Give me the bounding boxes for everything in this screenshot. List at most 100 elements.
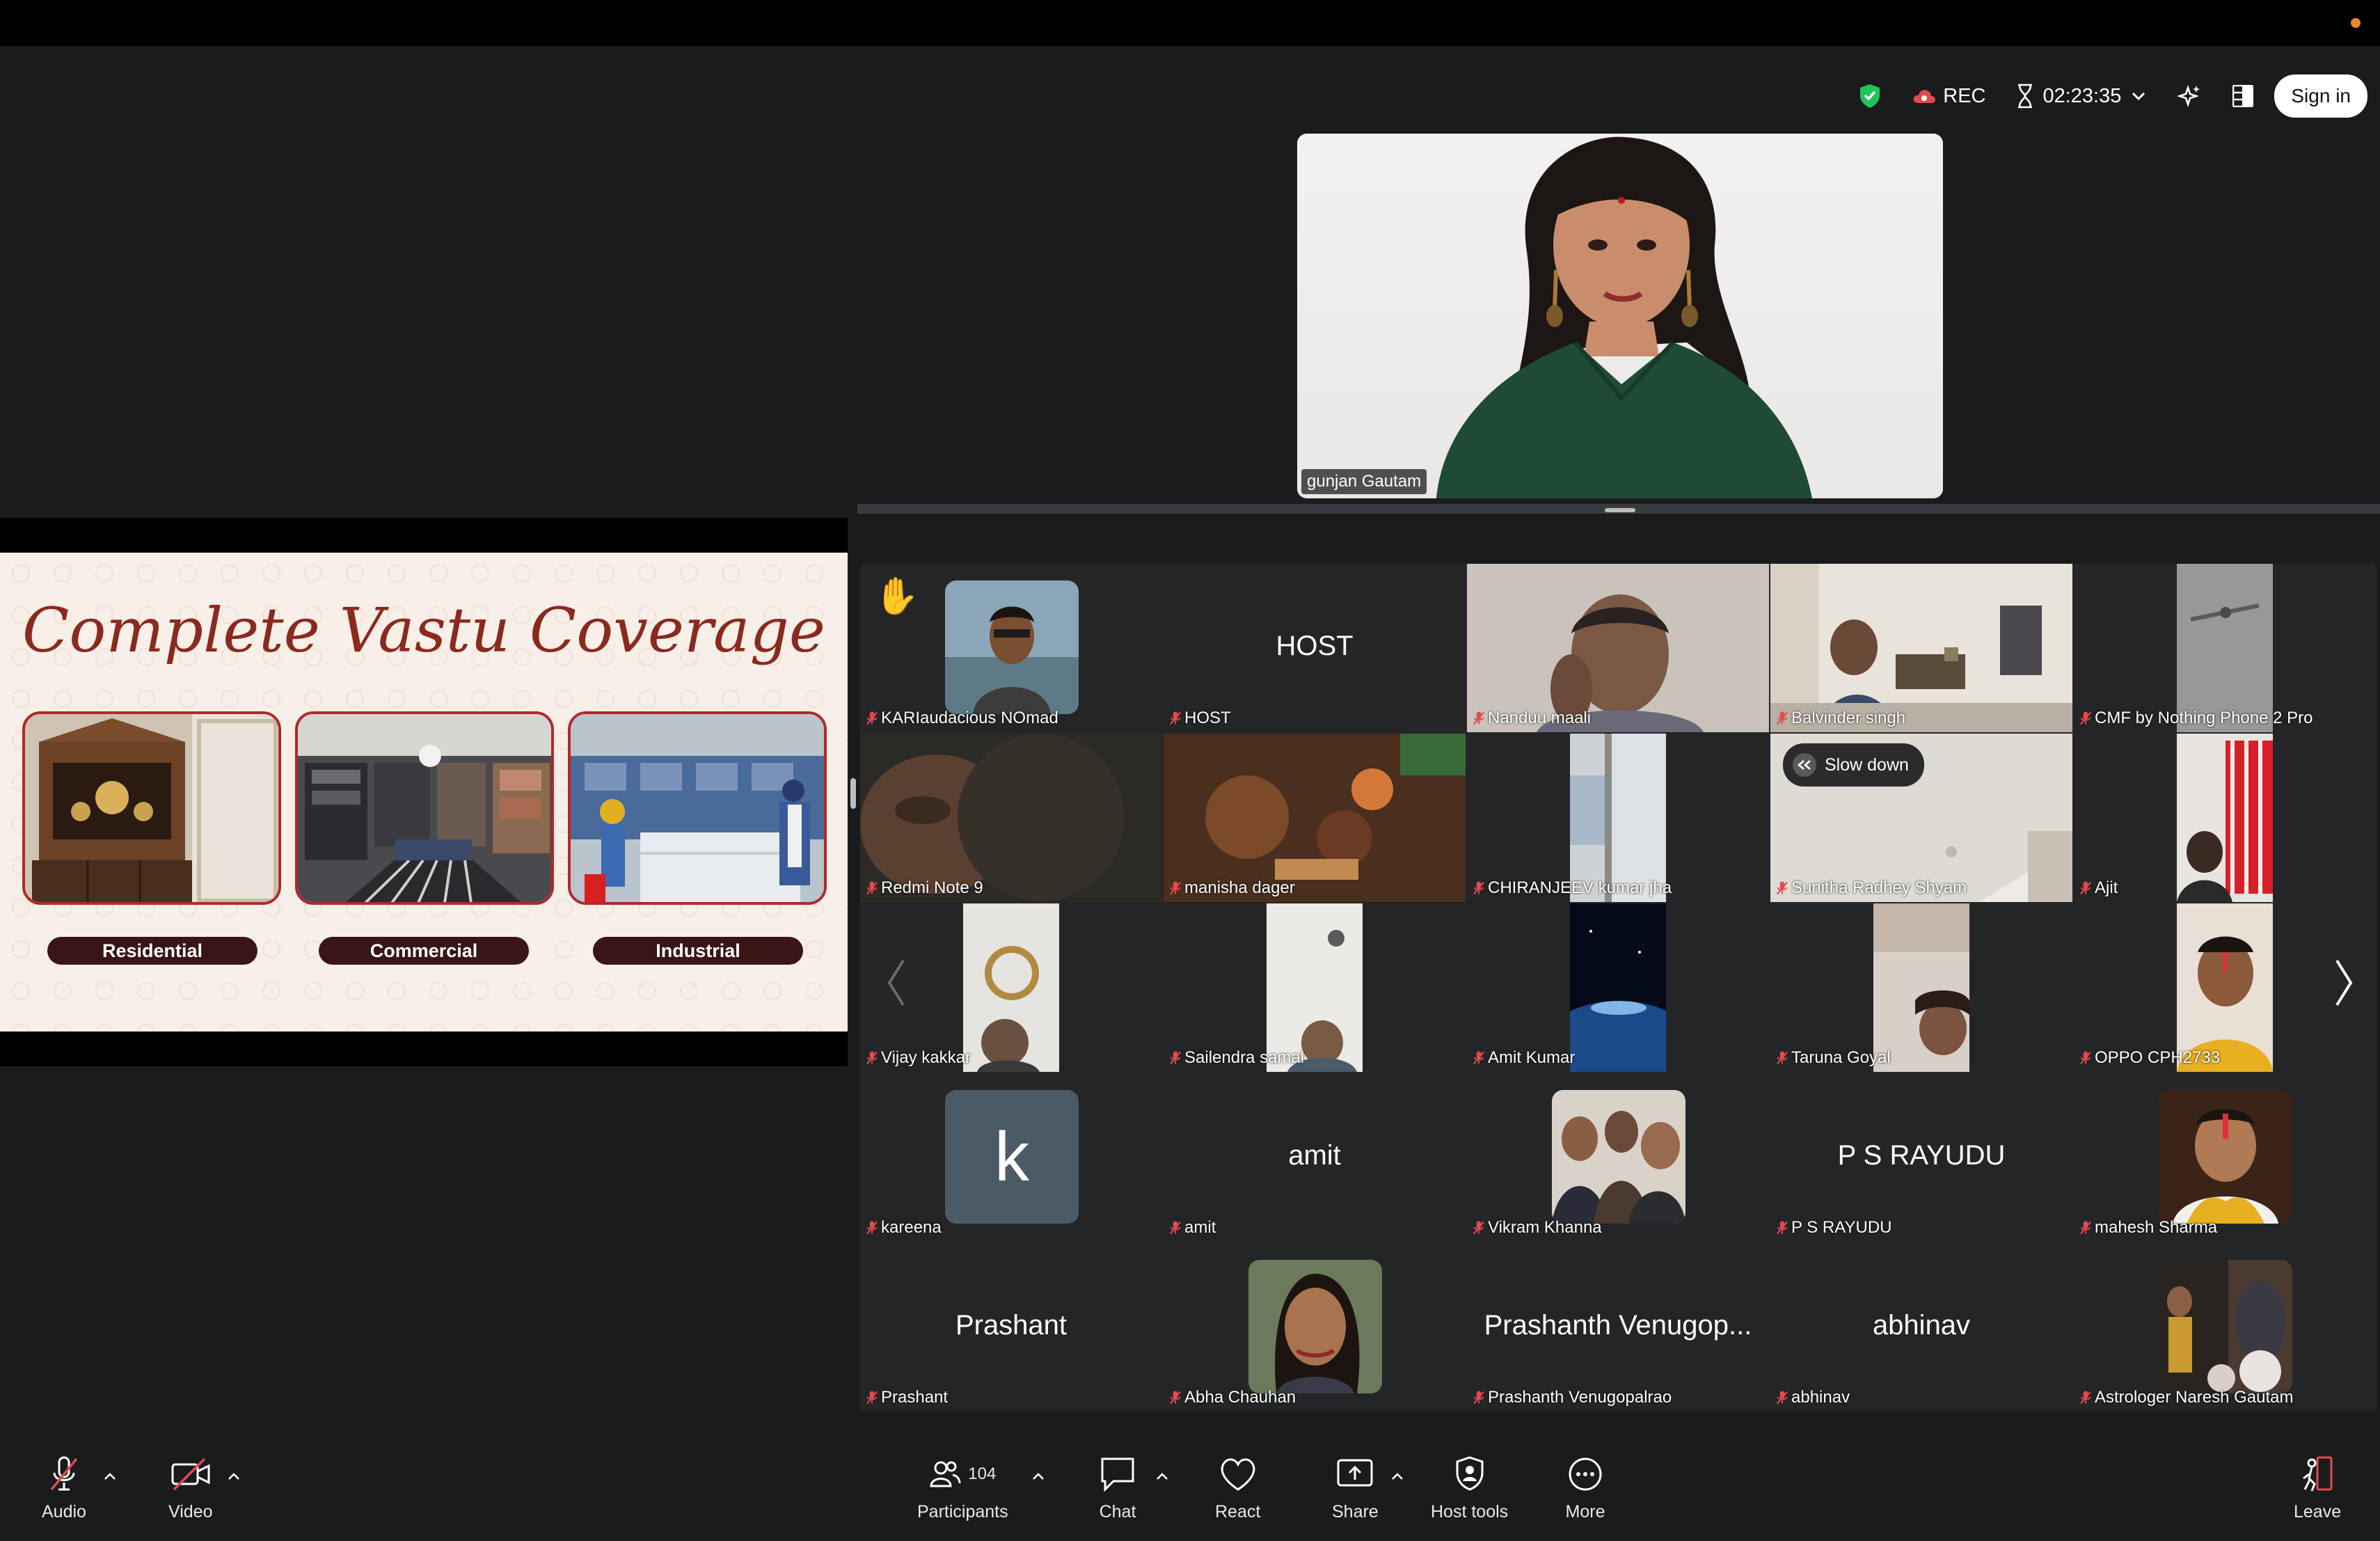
participant-tile-ps-rayudu[interactable]: P S RAYUDU P S RAYUDU — [1770, 1073, 2072, 1242]
split-drag-handle[interactable] — [1605, 508, 1635, 512]
participant-tile-chiranjeev[interactable]: CHIRANJEEV kumar jha — [1467, 734, 1769, 902]
chat-button[interactable]: Chat — [1097, 1455, 1139, 1522]
mic-muted-icon — [2079, 1390, 2092, 1405]
participant-name: OPPO CPH2733 — [2079, 1048, 2220, 1068]
participant-display-name: HOST — [1276, 631, 1354, 661]
mic-muted-icon — [1776, 711, 1788, 725]
participant-name: Ajit — [2079, 878, 2118, 898]
share-resize-handle[interactable] — [850, 778, 856, 809]
leave-door-icon — [2303, 1456, 2333, 1492]
participant-video — [860, 734, 1162, 902]
participant-name: Prashant — [866, 1388, 948, 1407]
host-tools-button[interactable]: Host tools — [1431, 1455, 1508, 1522]
participant-tile-cmf-phone[interactable]: CMF by Nothing Phone 2 Pro — [2074, 564, 2376, 732]
participant-tile-balvinder-singh[interactable]: Balvinder singh — [1770, 564, 2072, 732]
participant-photo — [945, 580, 1079, 714]
mic-muted-icon — [1169, 1050, 1182, 1065]
mic-muted-icon — [2079, 880, 2092, 895]
participant-display-name: abhinav — [1872, 1310, 1971, 1341]
avatar-letter: k — [994, 1117, 1029, 1196]
participant-name: Vijay kakkar — [866, 1048, 971, 1068]
participant-video — [1570, 903, 1666, 1072]
react-button[interactable]: React — [1215, 1455, 1260, 1522]
participant-avatar: k — [945, 1090, 1079, 1224]
ai-companion-button[interactable] — [2161, 74, 2217, 118]
participant-photo — [1248, 1260, 1382, 1393]
sign-in-button[interactable]: Sign in — [2274, 74, 2367, 118]
raised-hand-icon: ✋ — [874, 576, 919, 617]
participants-chevron-up-icon[interactable] — [1031, 1471, 1045, 1481]
mic-muted-icon — [2079, 1220, 2092, 1235]
video-button[interactable]: Video — [168, 1455, 213, 1522]
participant-video — [1467, 564, 1769, 732]
participant-name: Balvinder singh — [1776, 709, 1905, 728]
participant-tile-redmi-note-9[interactable]: Redmi Note 9 — [860, 734, 1162, 902]
commercial-photo — [295, 711, 554, 905]
cloud-recording-status[interactable]: REC — [1897, 74, 2001, 118]
participant-video — [1267, 903, 1363, 1072]
participants-icon — [930, 1461, 961, 1487]
audio-options-chevron-up-icon[interactable] — [103, 1471, 117, 1481]
zoom-meeting-window: REC 02:23:35 Sign in gunjan Gautam Compl… — [0, 0, 2380, 1541]
participant-name: Nanduu maali — [1473, 709, 1591, 728]
mic-muted-icon — [1169, 1220, 1182, 1235]
participant-tile-manisha-dager[interactable]: manisha dager — [1164, 734, 1466, 902]
sparkle-icon — [2177, 84, 2200, 108]
participant-name: Prashanth Venugopalrao — [1473, 1388, 1672, 1407]
industrial-photo — [568, 711, 827, 905]
residential-photo — [22, 711, 281, 905]
participant-tile-taruna-goyal[interactable]: Taruna Goyal — [1770, 903, 2072, 1072]
mic-muted-icon — [866, 1390, 878, 1405]
participant-name: P S RAYUDU — [1776, 1218, 1891, 1238]
mic-muted-icon — [866, 1050, 878, 1065]
participant-tile-host[interactable]: HOST HOST — [1164, 564, 1466, 732]
participants-button[interactable]: 104 Participants — [917, 1455, 1008, 1522]
gallery-next-page-icon[interactable] — [2330, 955, 2358, 1011]
speaker-figure — [1436, 136, 1812, 498]
chat-bubble-icon — [1101, 1457, 1134, 1492]
participant-tile-nanduu-maali[interactable]: Nanduu maali — [1467, 564, 1769, 732]
chat-chevron-up-icon[interactable] — [1155, 1471, 1169, 1481]
shared-screen[interactable]: Complete Vastu Coverage Residential Comm… — [0, 518, 848, 1066]
participant-video — [2177, 564, 2273, 732]
participant-tile-ajit[interactable]: Ajit — [2074, 734, 2376, 902]
slow-down-label: Slow down — [1825, 754, 1909, 775]
participant-photo — [1552, 1090, 1685, 1224]
participant-tile-astrologer-naresh[interactable]: Astrologer Naresh Gautam — [2074, 1243, 2376, 1412]
participant-tile-kareena[interactable]: k kareena — [860, 1073, 1162, 1242]
participant-tile-abhinav[interactable]: abhinav abhinav — [1770, 1243, 2072, 1412]
audio-button[interactable]: Audio — [42, 1455, 86, 1522]
speaker-name: gunjan Gautam — [1307, 472, 1422, 491]
participant-tile-prashanth-venugopalrao[interactable]: Prashanth Venugop... Prashanth Venugopal… — [1467, 1243, 1769, 1412]
share-chevron-up-icon[interactable] — [1390, 1471, 1404, 1481]
leave-button[interactable]: Leave — [2294, 1455, 2341, 1522]
mic-muted-icon — [1473, 880, 1485, 895]
speaker-nameplate: gunjan Gautam — [1301, 469, 1427, 494]
more-button[interactable]: More — [1564, 1455, 1606, 1522]
participant-tile-vikram-khanna[interactable]: Vikram Khanna — [1467, 1073, 1769, 1242]
participant-photo — [2159, 1260, 2292, 1393]
participant-tile-sailendra-samal[interactable]: Sailendra samal — [1164, 903, 1466, 1072]
chat-label: Chat — [1099, 1502, 1136, 1522]
mic-muted-icon — [1776, 1050, 1788, 1065]
gallery-prev-page-icon[interactable] — [882, 955, 910, 1011]
view-layout-button[interactable] — [2217, 74, 2269, 118]
security-button[interactable] — [1843, 74, 1897, 118]
presentation-slide: Complete Vastu Coverage Residential Comm… — [0, 553, 848, 1032]
active-speaker-video[interactable]: gunjan Gautam — [1297, 134, 1943, 498]
leave-label: Leave — [2294, 1502, 2342, 1522]
participant-tile-abha-chauhan[interactable]: Abha Chauhan — [1164, 1243, 1466, 1412]
participant-name: amit — [1169, 1218, 1216, 1238]
participant-tile-amit[interactable]: amit amit — [1164, 1073, 1466, 1242]
video-options-chevron-up-icon[interactable] — [227, 1471, 241, 1481]
participant-name: mahesh Sharma — [2079, 1218, 2217, 1238]
participant-tile-prashant[interactable]: Prashant Prashant — [860, 1243, 1162, 1412]
mic-muted-icon — [1473, 1390, 1485, 1405]
participant-tile-amit-kumar[interactable]: Amit Kumar — [1467, 903, 1769, 1072]
participant-video — [1570, 734, 1666, 902]
participant-video — [1770, 564, 2072, 732]
meeting-timer[interactable]: 02:23:35 — [2001, 74, 2161, 118]
share-button[interactable]: Share — [1332, 1455, 1379, 1522]
participant-name: abhinav — [1776, 1388, 1850, 1407]
participant-tile-mahesh-sharma[interactable]: mahesh Sharma — [2074, 1073, 2376, 1242]
